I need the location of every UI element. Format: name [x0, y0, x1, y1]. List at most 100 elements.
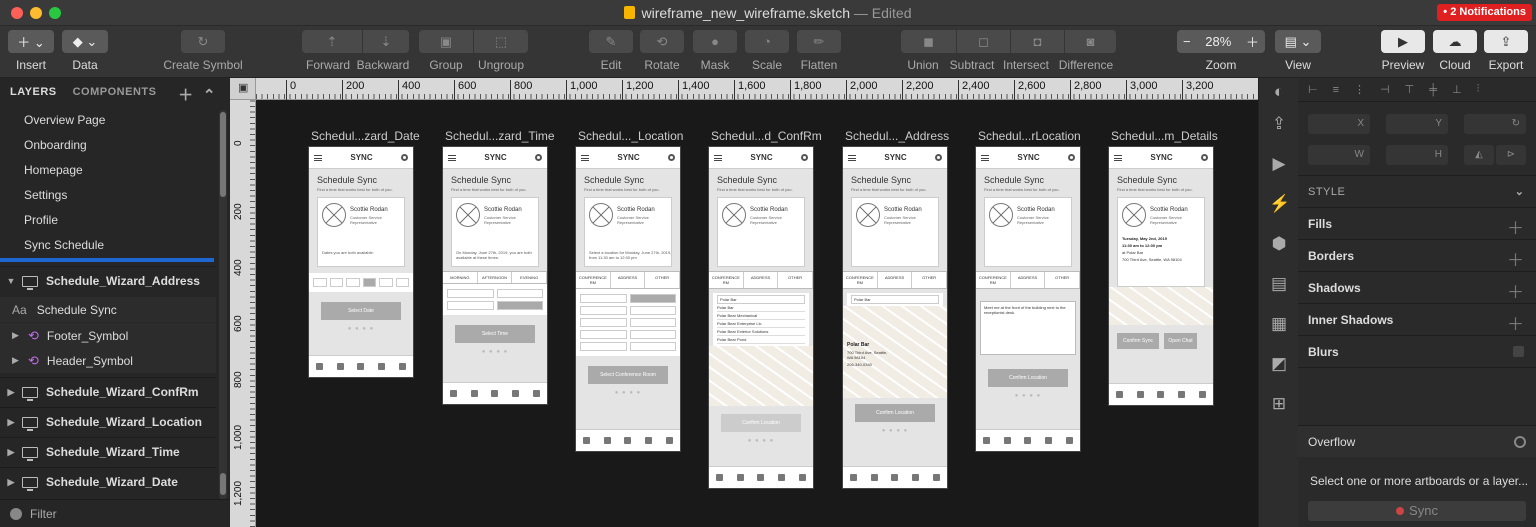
artboard-schedule-address[interactable]: SYNC Schedule Sync Find a time that work…: [842, 146, 948, 489]
layer-artboard[interactable]: ▶ Schedule_Wizard_Location: [0, 407, 216, 436]
rotation-field[interactable]: ↻: [1464, 114, 1526, 134]
zoom-in-icon[interactable]: ＋: [1246, 32, 1259, 51]
page-item[interactable]: Sync Schedule: [0, 233, 230, 258]
artboard-schedule-details[interactable]: SYNC Schedule Sync Find a time that work…: [1108, 146, 1214, 406]
upload-icon[interactable]: ⇪: [1269, 114, 1289, 134]
artboard-title[interactable]: Schedul...zard_Time: [445, 129, 555, 143]
disclosure-closed-icon[interactable]: ▶: [0, 447, 22, 458]
scale-button[interactable]: ◔: [745, 30, 789, 53]
zoom-out-icon[interactable]: −: [1183, 34, 1191, 49]
align-top-icon[interactable]: ⊤: [1405, 83, 1415, 96]
create-symbol-button[interactable]: ↻: [181, 30, 225, 53]
blurs-section[interactable]: Blurs: [1298, 335, 1536, 367]
artboard-schedule-confrm[interactable]: SYNC Schedule Sync Find a time that work…: [708, 146, 814, 489]
blur-checkbox[interactable]: [1513, 346, 1524, 357]
add-fill-icon[interactable]: ＋: [1507, 214, 1524, 239]
forward-button[interactable]: ⇡: [302, 30, 362, 53]
add-image-icon[interactable]: ⊞: [1269, 394, 1289, 414]
disclosure-closed-icon[interactable]: ▶: [0, 355, 22, 366]
sync-button[interactable]: Sync: [1308, 501, 1526, 521]
artboard-title[interactable]: Schedul...rLocation: [978, 129, 1081, 143]
mask-button[interactable]: ●: [693, 30, 737, 53]
align-right-icon[interactable]: ⊣: [1380, 83, 1390, 96]
library-icon[interactable]: ▤: [1269, 274, 1289, 294]
layer-artboard[interactable]: ▶ Schedule_Wizard_Time: [0, 437, 216, 466]
grid-icon[interactable]: ▦: [1269, 314, 1289, 334]
view-button[interactable]: ▤ ⌄: [1275, 30, 1321, 53]
add-border-icon[interactable]: ＋: [1507, 246, 1524, 271]
artboard-schedule-other-location[interactable]: SYNC Schedule Sync Find a time that work…: [975, 146, 1081, 452]
disclosure-closed-icon[interactable]: ▶: [0, 330, 22, 341]
insert-button[interactable]: ＋ ⌄: [8, 30, 54, 53]
preview-button[interactable]: ▶: [1381, 30, 1425, 53]
style-section-header[interactable]: STYLE ⌄: [1298, 175, 1536, 207]
cloud-button[interactable]: ☁: [1433, 30, 1477, 53]
x-position-field[interactable]: X: [1308, 114, 1370, 134]
notifications-badge[interactable]: • 2 Notifications: [1437, 4, 1532, 21]
hexagon-icon[interactable]: ⬢: [1269, 234, 1289, 254]
page-item[interactable]: Profile: [0, 208, 230, 233]
layers-scroll-thumb[interactable]: [220, 473, 226, 495]
flatten-button[interactable]: ✏: [797, 30, 841, 53]
align-bottom-icon[interactable]: ⊥: [1452, 83, 1462, 96]
width-field[interactable]: W: [1308, 145, 1370, 165]
export-button[interactable]: ⇪: [1484, 30, 1528, 53]
union-button[interactable]: ◼: [901, 30, 956, 53]
prototype-play-icon[interactable]: ▶: [1269, 154, 1289, 174]
ungroup-button[interactable]: ⬚: [474, 30, 528, 53]
backward-button[interactable]: ⇣: [363, 30, 409, 53]
layer-child-symbol[interactable]: ▶ ⟲ Header_Symbol: [0, 348, 216, 373]
inner-shadows-section[interactable]: Inner Shadows ＋: [1298, 303, 1536, 335]
page-item[interactable]: Onboarding: [0, 133, 230, 158]
layer-artboard-expanded[interactable]: ▼ Schedule_Wizard_Address: [0, 266, 216, 295]
add-page-icon[interactable]: ＋: [178, 87, 194, 104]
y-position-field[interactable]: Y: [1386, 114, 1448, 134]
canvas[interactable]: ▣ 0 200 400 600 800 1,000 1,200 1,400 1,…: [230, 78, 1258, 527]
distribute-icon[interactable]: ⋮: [1354, 83, 1365, 96]
layer-artboard[interactable]: ▶ Schedule_Wizard_Date: [0, 467, 216, 496]
align-center-h-icon[interactable]: ≡: [1333, 84, 1339, 96]
flip-vertical-button[interactable]: ⊳: [1496, 145, 1526, 165]
artboard-title[interactable]: Schedul...d_ConfRm: [711, 129, 822, 143]
vertical-ruler[interactable]: 0 200 400 600 800 1,000 1,200: [230, 100, 256, 527]
craft-plugin-icon[interactable]: ◐: [1269, 82, 1289, 102]
collapse-pages-icon[interactable]: ⌃: [203, 87, 216, 104]
disclosure-closed-icon[interactable]: ▶: [0, 477, 22, 488]
overflow-section[interactable]: Overflow: [1298, 425, 1536, 457]
gear-icon[interactable]: [1514, 436, 1526, 448]
pages-scroll-thumb[interactable]: [220, 112, 226, 197]
shadows-section[interactable]: Shadows ＋: [1298, 271, 1536, 303]
group-button[interactable]: ▣: [419, 30, 473, 53]
height-field[interactable]: H: [1386, 145, 1448, 165]
horizontal-ruler[interactable]: 0 200 400 600 800 1,000 1,200 1,400 1,60…: [256, 78, 1258, 100]
align-middle-icon[interactable]: ╪: [1429, 84, 1437, 96]
layer-child-symbol[interactable]: ▶ ⟲ Footer_Symbol: [0, 323, 216, 348]
flip-horizontal-button[interactable]: ◭: [1464, 145, 1494, 165]
disclosure-closed-icon[interactable]: ▶: [0, 417, 22, 428]
artboard-schedule-date[interactable]: SYNC Schedule Sync Find a time that work…: [308, 146, 414, 378]
artboard-schedule-time[interactable]: SYNC Schedule Sync Find a time that work…: [442, 146, 548, 405]
fills-section[interactable]: Fills ＋: [1298, 207, 1536, 239]
page-item[interactable]: Overview Page: [0, 108, 230, 133]
artboard-title[interactable]: Schedul...zard_Date: [311, 129, 420, 143]
measure-icon[interactable]: ◩: [1269, 354, 1289, 374]
align-left-icon[interactable]: ⊢: [1308, 83, 1318, 96]
disclosure-open-icon[interactable]: ▼: [0, 276, 22, 286]
intersect-button[interactable]: ◘: [1011, 30, 1064, 53]
edit-button[interactable]: ✎: [589, 30, 633, 53]
borders-section[interactable]: Borders ＋: [1298, 239, 1536, 271]
tab-components[interactable]: COMPONENTS: [73, 86, 157, 98]
artboard-title[interactable]: Schedul...m_Details: [1111, 129, 1218, 143]
data-button[interactable]: ◆ ⌄: [62, 30, 108, 53]
ruler-lock[interactable]: ▣: [230, 78, 256, 100]
layer-child-text[interactable]: Aa Schedule Sync: [0, 297, 216, 322]
page-item[interactable]: Settings: [0, 183, 230, 208]
lightning-icon[interactable]: ⚡: [1269, 194, 1290, 214]
layer-filter[interactable]: Filter: [0, 499, 230, 527]
subtract-button[interactable]: ◻: [957, 30, 1010, 53]
distribute-v-icon[interactable]: ⫶: [1477, 83, 1480, 96]
chevron-down-icon[interactable]: ⌄: [1515, 185, 1524, 198]
rotate-button[interactable]: ⟲: [640, 30, 684, 53]
page-item[interactable]: Homepage: [0, 158, 230, 183]
artboard-title[interactable]: Schedul..._Location: [578, 129, 683, 143]
